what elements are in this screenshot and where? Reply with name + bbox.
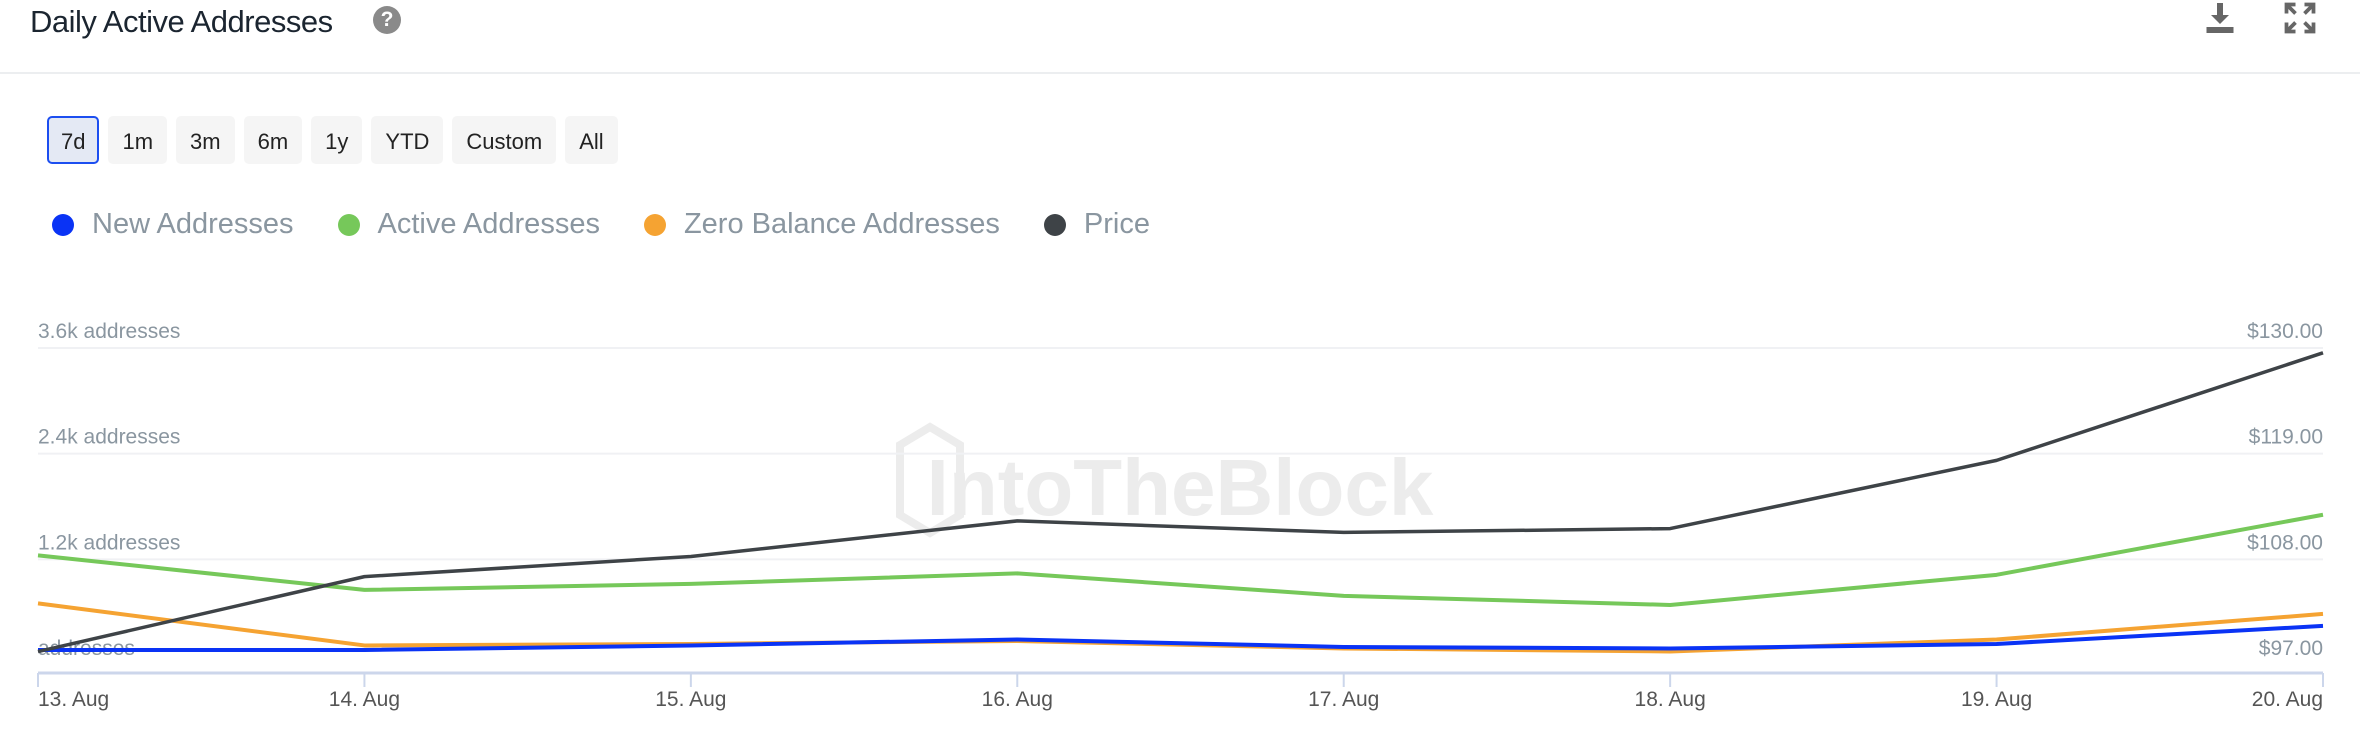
y-right-tick: $108.00 <box>2247 531 2323 554</box>
x-tick-label: 19. Aug <box>1961 688 2032 711</box>
y-right-tick: $119.00 <box>2249 426 2323 449</box>
y-right-tick: $130.00 <box>2247 320 2323 343</box>
y-left-tick: 3.6k addresses <box>38 320 180 343</box>
x-tick-label: 17. Aug <box>1308 688 1379 711</box>
y-right-tick: $97.00 <box>2259 637 2323 660</box>
x-tick-label: 18. Aug <box>1635 688 1706 711</box>
y-left-tick: 2.4k addresses <box>38 426 180 449</box>
y-left-tick: 1.2k addresses <box>38 531 180 554</box>
x-tick-label: 13. Aug <box>38 688 109 711</box>
x-tick-label: 15. Aug <box>655 688 726 711</box>
x-tick-label: 16. Aug <box>982 688 1053 711</box>
chart: IntoTheBlockaddresses $97.001.2k addresse… <box>37 320 2324 711</box>
x-tick-label: 14. Aug <box>329 688 400 711</box>
watermark-logo: IntoTheBlock <box>927 443 1434 532</box>
x-tick-label: 20. Aug <box>2252 688 2323 711</box>
